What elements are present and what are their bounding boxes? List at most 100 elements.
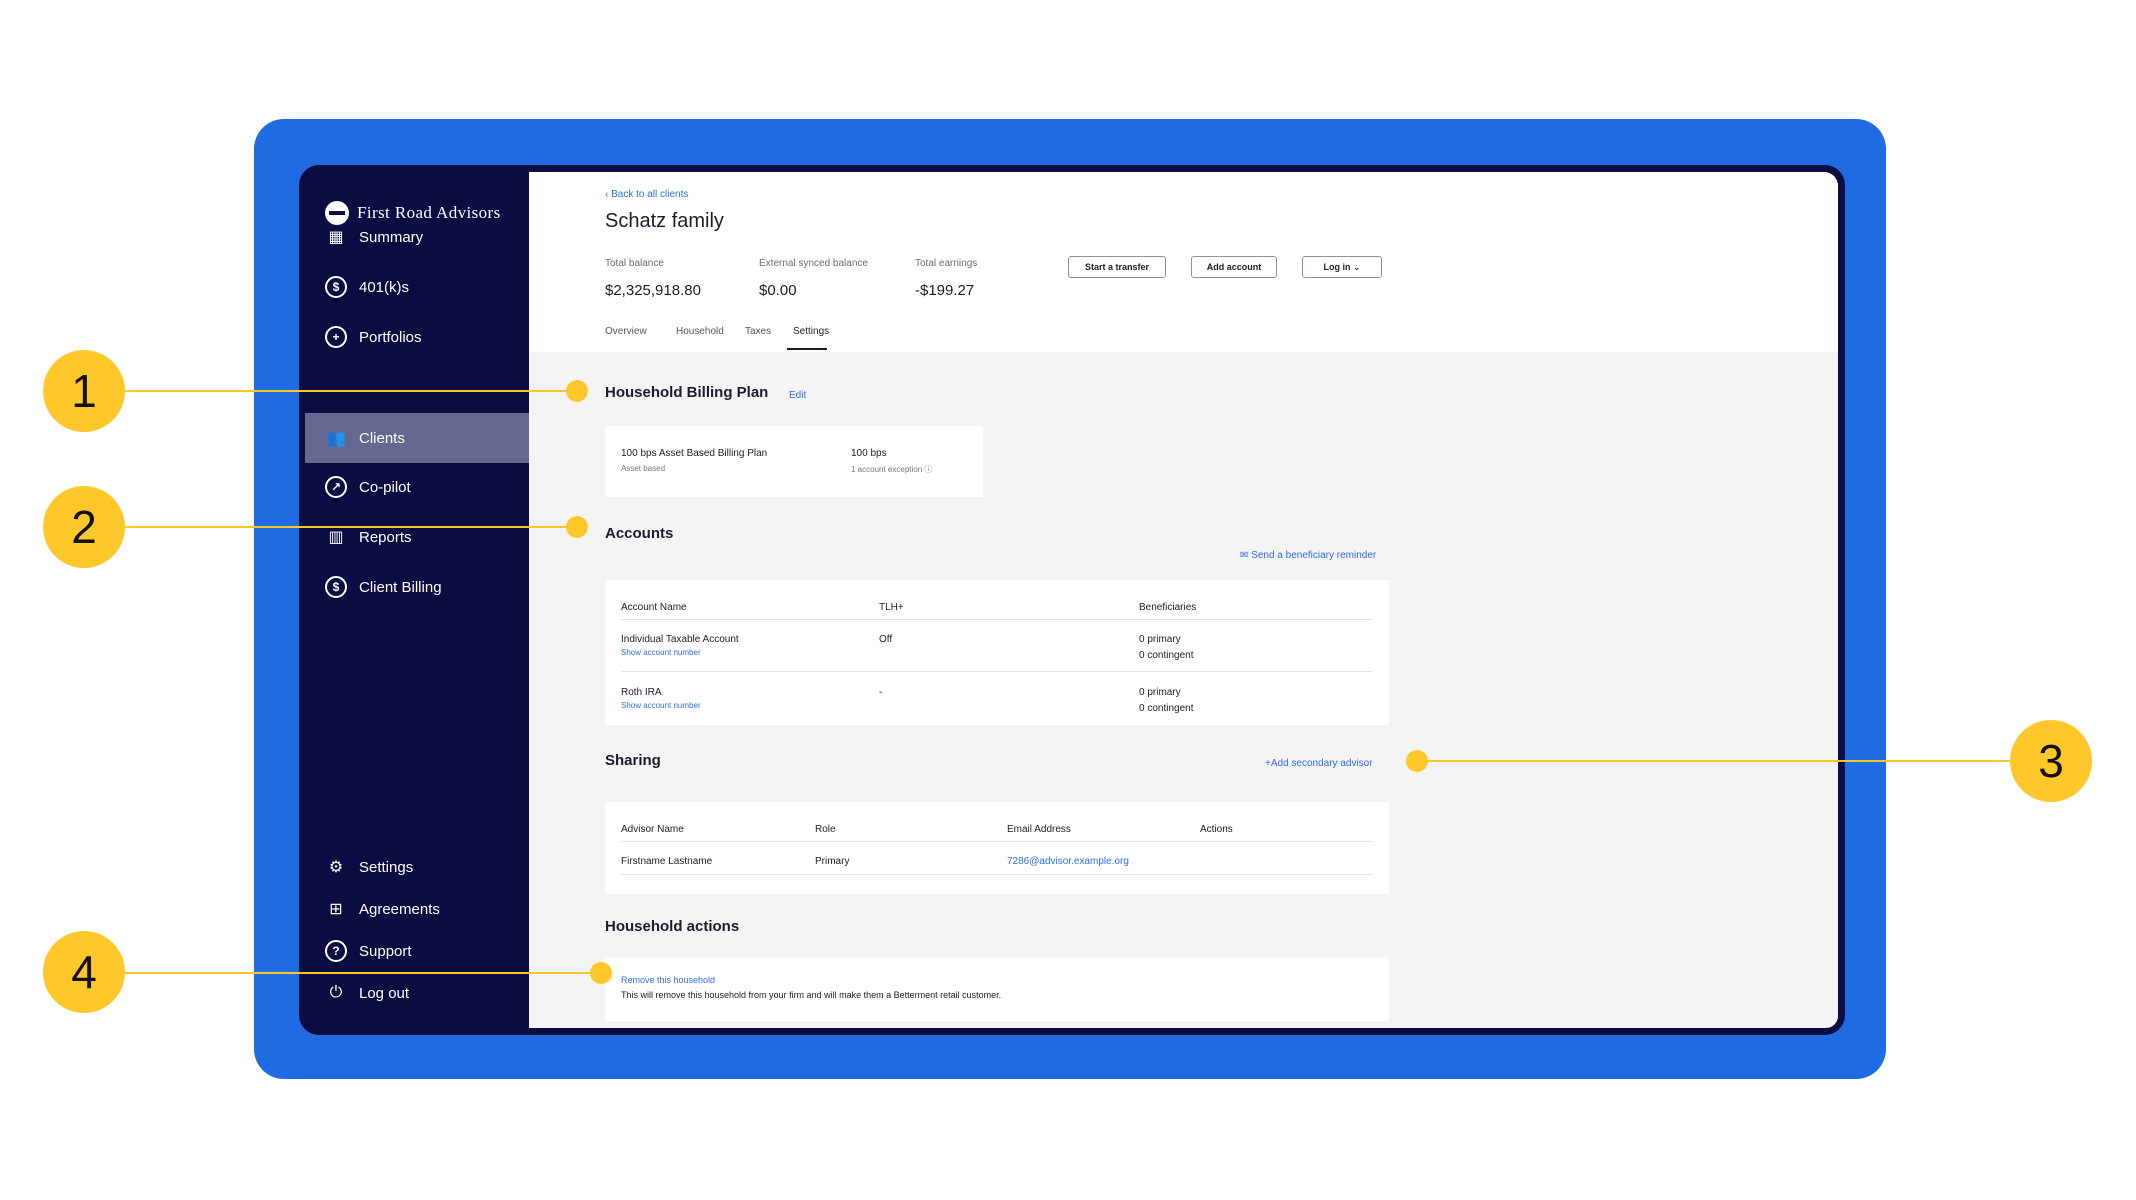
column-header: TLH+ <box>879 602 904 613</box>
callout-line-2 <box>124 526 578 528</box>
callout-dot-3 <box>1406 750 1428 772</box>
power-icon: ⏻ <box>329 984 343 1001</box>
column-header: Advisor Name <box>621 824 684 835</box>
sidebar-item-label: Log out <box>359 984 410 1002</box>
dollar-circle-icon: $ <box>325 576 347 598</box>
show-account-number-link[interactable]: Show account number <box>621 701 701 710</box>
contingent-beneficiaries: 0 contingent <box>1139 650 1194 661</box>
divider <box>621 619 1373 620</box>
dollar-circle-icon: $ <box>325 276 347 298</box>
beneficiary-reminder-link[interactable]: ✉ Send a beneficiary reminder <box>1240 550 1376 561</box>
callout-dot-1 <box>566 380 588 402</box>
sidebar-item-label: Clients <box>359 429 405 447</box>
sidebar-item-label: Settings <box>359 858 414 876</box>
accounts-title: Accounts <box>605 525 674 542</box>
sidebar-item-portfolios[interactable]: + Portfolios <box>305 312 529 362</box>
primary-beneficiaries: 0 primary <box>1139 687 1181 698</box>
total-balance-label: Total balance <box>605 258 664 269</box>
external-balance-value: $0.00 <box>759 282 797 299</box>
chevron-down-icon: ⌄ <box>1350 261 1361 272</box>
show-account-number-link[interactable]: Show account number <box>621 648 701 657</box>
sidebar-item-label: Summary <box>359 228 424 246</box>
plan-rate: 100 bps <box>851 448 887 459</box>
account-exception[interactable]: 1 account exception ⓘ <box>851 464 932 475</box>
sidebar-item-401ks[interactable]: $ 401(k)s <box>305 262 529 312</box>
household-actions-card: Remove this household This will remove t… <box>605 957 1389 1021</box>
callout-line-1 <box>124 390 578 392</box>
sidebar-item-clients[interactable]: 👥 Clients <box>305 413 529 463</box>
advisor-name: Firstname Lastname <box>621 856 713 867</box>
household-actions-title: Household actions <box>605 918 740 935</box>
tab-settings[interactable]: Settings <box>793 326 829 337</box>
callout-badge-3: 3 <box>2010 720 2092 802</box>
info-icon: ⓘ <box>924 465 933 474</box>
sidebar-item-logout[interactable]: ⏻ Log out <box>305 968 529 1018</box>
advisor-email-link[interactable]: 7286@advisor.example.org <box>1007 856 1129 867</box>
sidebar-item-copilot[interactable]: ↗ Co-pilot <box>305 462 529 512</box>
report-icon: ▥ <box>328 529 344 546</box>
billing-title: Household Billing Plan <box>605 384 769 401</box>
callout-dot-4 <box>590 962 612 984</box>
sidebar-item-label: Support <box>359 942 412 960</box>
account-name: Roth IRA <box>621 687 662 698</box>
sidebar: First Road Advisors ▦ Summary $ 401(k)s … <box>305 172 529 1028</box>
question-icon: ? <box>325 940 347 962</box>
column-header: Beneficiaries <box>1139 602 1197 613</box>
column-header: Account Name <box>621 602 687 613</box>
tab-taxes[interactable]: Taxes <box>745 326 771 337</box>
edit-billing-link[interactable]: Edit <box>789 390 806 401</box>
sharing-table: Advisor Name Role Email Address Actions … <box>605 802 1389 894</box>
sidebar-item-label: Co-pilot <box>359 478 411 496</box>
gear-icon: ⚙ <box>328 859 344 876</box>
total-earnings-value: -$199.27 <box>915 282 975 299</box>
column-header: Actions <box>1200 824 1233 835</box>
total-earnings-label: Total earnings <box>915 258 978 269</box>
sidebar-item-label: Reports <box>359 528 412 546</box>
envelope-icon: ✉ <box>1240 550 1252 561</box>
sidebar-item-label: Portfolios <box>359 328 422 346</box>
callout-line-4 <box>124 972 604 974</box>
primary-beneficiaries: 0 primary <box>1139 634 1181 645</box>
start-transfer-button[interactable]: Start a transfer <box>1068 256 1166 278</box>
external-balance-label: External synced balance <box>759 258 868 269</box>
add-secondary-advisor-link[interactable]: +Add secondary advisor <box>1265 758 1373 769</box>
account-name: Individual Taxable Account <box>621 634 739 645</box>
tab-household[interactable]: Household <box>676 326 724 337</box>
tlh-value: - <box>879 687 883 698</box>
plan-name: 100 bps Asset Based Billing Plan <box>621 448 768 459</box>
remove-household-link[interactable]: Remove this household <box>621 975 715 985</box>
column-header: Role <box>815 824 836 835</box>
callout-badge-4: 4 <box>43 931 125 1013</box>
divider <box>621 874 1373 875</box>
callout-badge-2: 2 <box>43 486 125 568</box>
divider <box>621 841 1373 842</box>
sidebar-item-client-billing[interactable]: $ Client Billing <box>305 562 529 612</box>
divider <box>621 671 1373 672</box>
sharing-title: Sharing <box>605 752 661 769</box>
callout-line-3 <box>1418 760 2018 762</box>
client-header: ‹ Back to all clients Schatz family Tota… <box>529 172 1838 352</box>
pie-chart-icon: + <box>325 326 347 348</box>
contingent-beneficiaries: 0 contingent <box>1139 703 1194 714</box>
main-content: ‹ Back to all clients Schatz family Tota… <box>529 172 1838 1028</box>
back-link[interactable]: ‹ Back to all clients <box>605 189 688 200</box>
column-header: Email Address <box>1007 824 1071 835</box>
compass-icon: ↗ <box>325 476 347 498</box>
add-account-button[interactable]: Add account <box>1191 256 1277 278</box>
active-tab-indicator <box>787 348 827 350</box>
login-button[interactable]: Log in ⌄ <box>1302 256 1382 278</box>
sidebar-item-label: Client Billing <box>359 578 442 596</box>
remove-household-description: This will remove this household from you… <box>621 990 1002 1000</box>
tab-overview[interactable]: Overview <box>605 326 647 337</box>
accounts-table: Account Name TLH+ Beneficiaries Individu… <box>605 580 1389 725</box>
advisor-role: Primary <box>815 856 850 867</box>
plan-type: Asset based <box>621 464 666 473</box>
building-icon: ▦ <box>328 229 344 246</box>
sidebar-item-label: Agreements <box>359 900 440 918</box>
page-title: Schatz family <box>605 210 724 232</box>
sidebar-item-reports[interactable]: ▥ Reports <box>305 512 529 562</box>
billing-card: 100 bps Asset Based Billing Plan Asset b… <box>605 426 983 497</box>
sidebar-item-summary[interactable]: ▦ Summary <box>305 212 529 262</box>
callout-badge-1: 1 <box>43 350 125 432</box>
total-balance-value: $2,325,918.80 <box>605 282 701 299</box>
